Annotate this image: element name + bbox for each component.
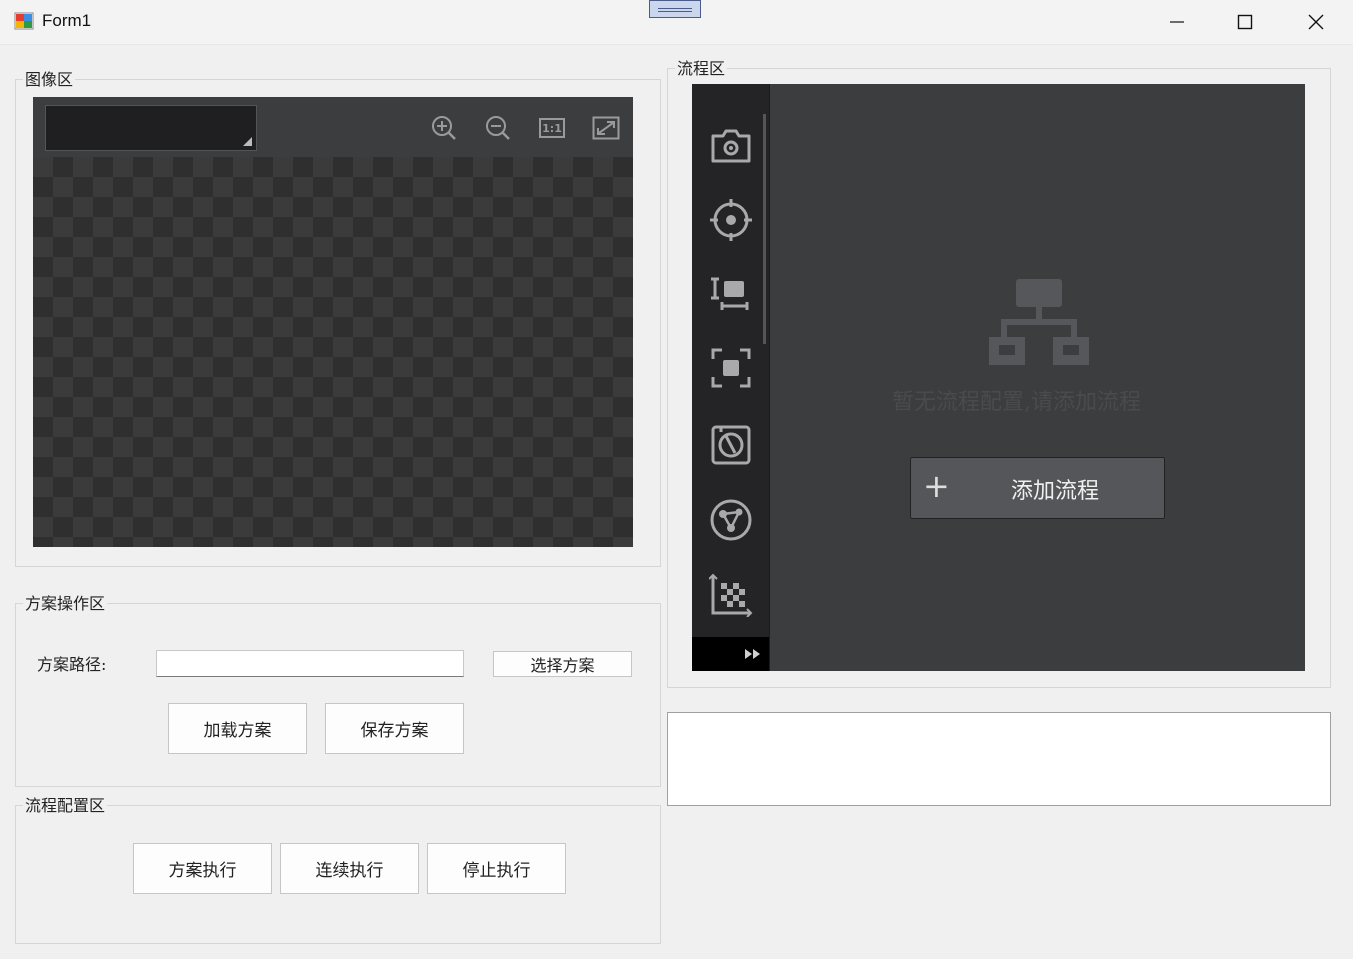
tool-calibration[interactable] bbox=[706, 420, 756, 470]
select-plan-button[interactable]: 选择方案 bbox=[493, 651, 632, 677]
tool-network[interactable] bbox=[706, 495, 756, 545]
viewer-toolbar: 1:1 bbox=[33, 97, 633, 157]
qr-code-icon bbox=[709, 573, 753, 617]
minimize-button[interactable] bbox=[1142, 0, 1212, 44]
combo-arrow-icon bbox=[243, 137, 252, 146]
plan-ops-legend: 方案操作区 bbox=[23, 590, 108, 614]
stop-run-button[interactable]: 停止执行 bbox=[427, 843, 566, 894]
tool-text-measure[interactable] bbox=[706, 269, 756, 319]
continuous-run-button[interactable]: 连续执行 bbox=[280, 843, 419, 894]
flow-area-legend: 流程区 bbox=[675, 55, 728, 79]
calibration-icon bbox=[711, 425, 751, 465]
image-source-combo[interactable] bbox=[45, 105, 257, 151]
tool-sidebar bbox=[692, 84, 770, 671]
image-viewer[interactable]: 1:1 bbox=[33, 97, 633, 547]
save-plan-button[interactable]: 保存方案 bbox=[325, 703, 464, 754]
plan-path-label: 方案路径: bbox=[37, 655, 107, 674]
fit-window-button[interactable] bbox=[591, 114, 621, 142]
zoom-out-icon bbox=[486, 116, 510, 140]
close-icon bbox=[1308, 14, 1324, 30]
text-measure-icon bbox=[711, 277, 749, 310]
flow-panel: 暂无流程配置,请添加流程 + 添加流程 bbox=[692, 84, 1305, 671]
close-button[interactable] bbox=[1281, 0, 1351, 44]
log-output-box[interactable] bbox=[667, 712, 1331, 806]
tool-camera[interactable] bbox=[706, 121, 756, 171]
add-flow-label: 添加流程 bbox=[1011, 479, 1100, 504]
tool-qr-code[interactable] bbox=[706, 570, 756, 620]
network-icon bbox=[710, 499, 752, 541]
run-plan-button[interactable]: 方案执行 bbox=[133, 843, 272, 894]
drag-handle[interactable] bbox=[649, 0, 701, 18]
app-icon bbox=[14, 12, 34, 30]
plan-path-input[interactable] bbox=[156, 650, 464, 677]
actual-size-label: 1:1 bbox=[542, 121, 562, 135]
fast-forward-icon[interactable] bbox=[745, 649, 761, 659]
title-bar: Form1 bbox=[0, 0, 1353, 45]
window-title: Form1 bbox=[42, 11, 92, 30]
image-canvas[interactable] bbox=[33, 157, 633, 547]
maximize-button[interactable] bbox=[1210, 0, 1280, 44]
minimize-icon bbox=[1170, 21, 1184, 23]
zoom-out-button[interactable] bbox=[483, 114, 513, 142]
sidebar-scrollbar[interactable] bbox=[763, 114, 766, 344]
zoom-in-icon bbox=[432, 116, 456, 140]
camera-icon bbox=[711, 129, 751, 163]
tool-focus-frame[interactable] bbox=[706, 343, 756, 393]
add-flow-button[interactable]: + 添加流程 bbox=[910, 457, 1165, 519]
actual-size-button[interactable]: 1:1 bbox=[537, 114, 567, 142]
maximize-icon bbox=[1237, 14, 1253, 30]
actual-size-icon: 1:1 bbox=[539, 118, 565, 138]
fit-window-icon bbox=[592, 116, 620, 140]
plan-ops-group bbox=[15, 603, 661, 787]
target-icon bbox=[710, 199, 752, 241]
flow-config-legend: 流程配置区 bbox=[23, 792, 108, 816]
flow-tree-icon bbox=[989, 279, 1089, 365]
focus-frame-icon bbox=[711, 348, 751, 388]
image-area-legend: 图像区 bbox=[23, 66, 76, 90]
sidebar-footer bbox=[692, 637, 769, 671]
tool-target[interactable] bbox=[706, 195, 756, 245]
zoom-in-button[interactable] bbox=[429, 114, 459, 142]
plus-icon: + bbox=[923, 467, 950, 505]
empty-flow-message: 暂无流程配置,请添加流程 bbox=[892, 390, 1141, 415]
load-plan-button[interactable]: 加载方案 bbox=[168, 703, 307, 754]
